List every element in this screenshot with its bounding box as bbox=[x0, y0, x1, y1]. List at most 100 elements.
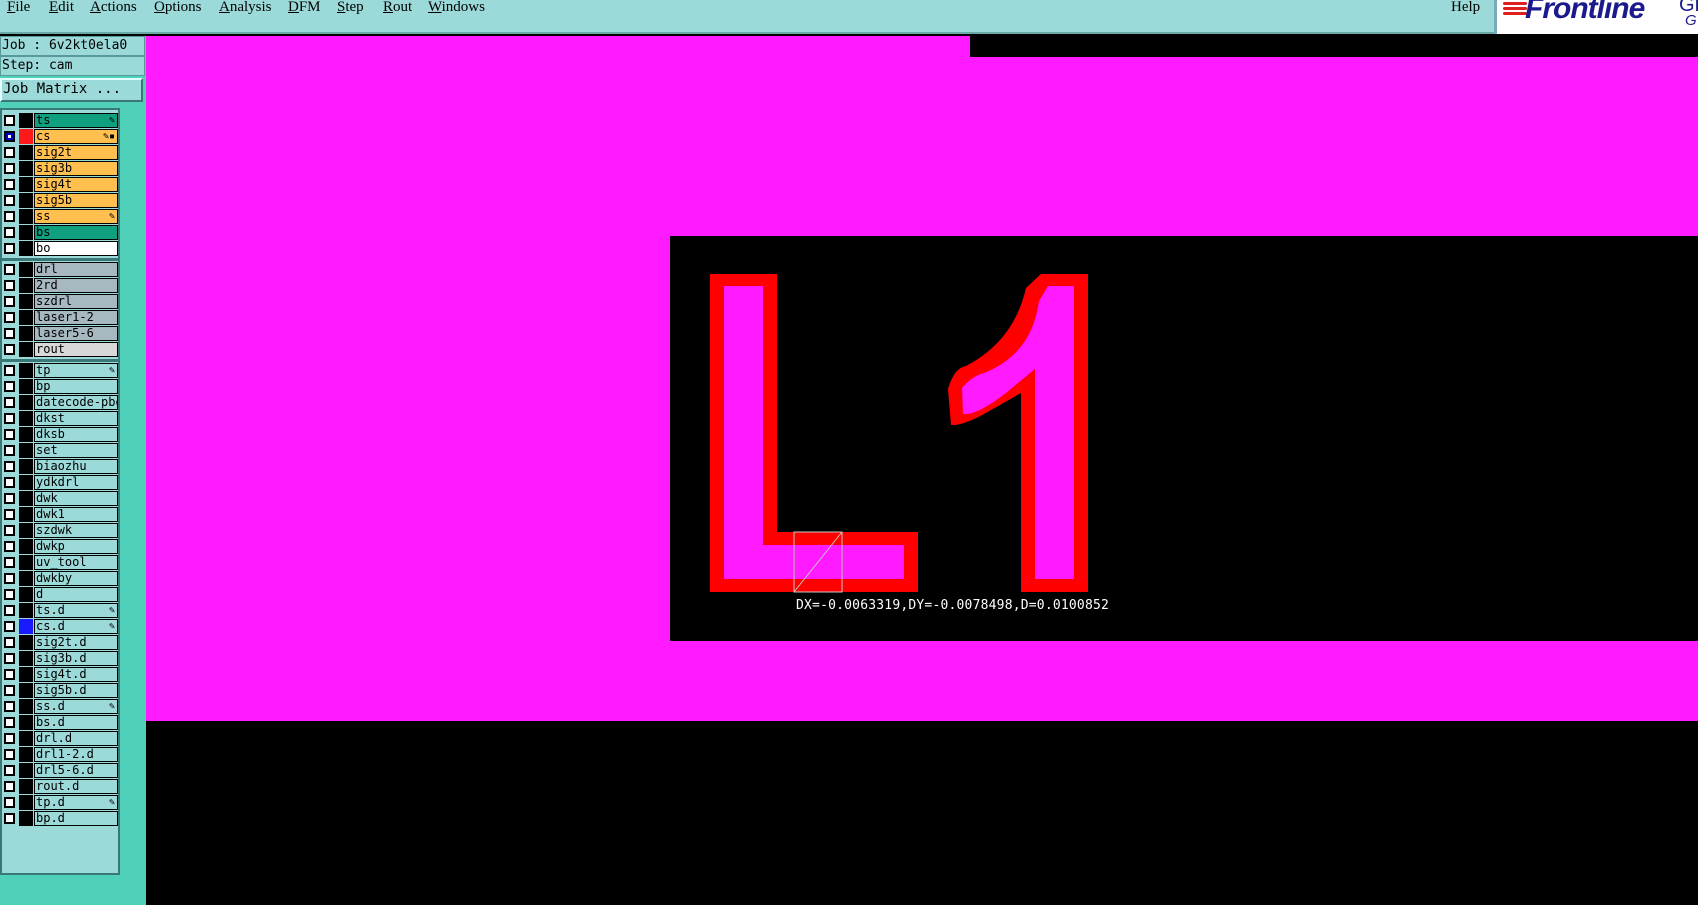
layer-row-bs.d[interactable]: bs.d bbox=[2, 715, 120, 730]
layer-color-swatch[interactable] bbox=[19, 699, 33, 714]
layer-row-sig5b.d[interactable]: sig5b.d bbox=[2, 683, 120, 698]
layer-row-dksb[interactable]: dksb bbox=[2, 427, 120, 442]
graphics-area[interactable]: DX=-0.0063319,DY=-0.0078498,D=0.0100852 bbox=[146, 36, 1698, 905]
layer-name[interactable]: szdwk bbox=[34, 523, 118, 538]
layer-row-szdwk[interactable]: szdwk bbox=[2, 523, 120, 538]
layer-name[interactable]: bp bbox=[34, 379, 118, 394]
layer-name[interactable]: dksb bbox=[34, 427, 118, 442]
layer-checkbox[interactable] bbox=[4, 211, 15, 222]
layer-color-swatch[interactable] bbox=[19, 571, 33, 586]
layer-row-cs.d[interactable]: cs.d ✎ bbox=[2, 619, 120, 634]
layer-name[interactable]: dkst bbox=[34, 411, 118, 426]
layer-checkbox[interactable] bbox=[4, 264, 15, 275]
layer-row-bo[interactable]: bo bbox=[2, 241, 120, 256]
layer-name[interactable]: sig5b.d bbox=[34, 683, 118, 698]
layer-checkbox[interactable] bbox=[4, 461, 15, 472]
layer-color-swatch[interactable] bbox=[19, 715, 33, 730]
layer-color-swatch[interactable] bbox=[19, 113, 33, 128]
layer-color-swatch[interactable] bbox=[19, 363, 33, 378]
layer-row-2rd[interactable]: 2rd bbox=[2, 278, 120, 293]
layer-name[interactable]: sig2t bbox=[34, 145, 118, 160]
layer-row-laser1-2[interactable]: laser1-2 bbox=[2, 310, 120, 325]
layer-name[interactable]: drl bbox=[34, 262, 118, 277]
menu-help[interactable]: Help bbox=[1451, 0, 1480, 18]
layer-row-sig3b.d[interactable]: sig3b.d bbox=[2, 651, 120, 666]
layer-row-ss.d[interactable]: ss.d ✎ bbox=[2, 699, 120, 714]
layer-checkbox[interactable] bbox=[4, 397, 15, 408]
layer-name[interactable]: cs.d ✎ bbox=[34, 619, 118, 634]
layer-row-ydkdrl[interactable]: ydkdrl bbox=[2, 475, 120, 490]
menu-actions[interactable]: Actions bbox=[90, 0, 137, 18]
layer-row-dkst[interactable]: dkst bbox=[2, 411, 120, 426]
layer-name[interactable]: ss.d ✎ bbox=[34, 699, 118, 714]
layer-checkbox[interactable] bbox=[4, 163, 15, 174]
layer-color-swatch[interactable] bbox=[19, 294, 33, 309]
layer-checkbox[interactable] bbox=[4, 429, 15, 440]
layer-color-swatch[interactable] bbox=[19, 193, 33, 208]
layer-name[interactable]: drl1-2.d bbox=[34, 747, 118, 762]
layer-checkbox[interactable] bbox=[4, 541, 15, 552]
layer-checkbox[interactable] bbox=[4, 477, 15, 488]
layer-color-swatch[interactable] bbox=[19, 651, 33, 666]
layer-checkbox[interactable] bbox=[4, 328, 15, 339]
layer-color-swatch[interactable] bbox=[19, 779, 33, 794]
layer-checkbox[interactable] bbox=[4, 637, 15, 648]
layer-name[interactable]: drl.d bbox=[34, 731, 118, 746]
layer-color-swatch[interactable] bbox=[19, 811, 33, 826]
layer-color-swatch[interactable] bbox=[19, 475, 33, 490]
layer-checkbox[interactable] bbox=[4, 749, 15, 760]
layer-color-swatch[interactable] bbox=[19, 507, 33, 522]
layer-name[interactable]: d bbox=[34, 587, 118, 602]
layer-checkbox[interactable] bbox=[4, 227, 15, 238]
layer-color-swatch[interactable] bbox=[19, 683, 33, 698]
layer-row-drl[interactable]: drl bbox=[2, 262, 120, 277]
layer-row-drl.d[interactable]: drl.d bbox=[2, 731, 120, 746]
layer-checkbox[interactable] bbox=[4, 605, 15, 616]
layer-row-bp.d[interactable]: bp.d bbox=[2, 811, 120, 826]
layer-row-rout[interactable]: rout bbox=[2, 342, 120, 357]
layer-row-set[interactable]: set bbox=[2, 443, 120, 458]
layer-name[interactable]: ss ✎ bbox=[34, 209, 118, 224]
layer-row-bp[interactable]: bp bbox=[2, 379, 120, 394]
layer-checkbox[interactable] bbox=[4, 685, 15, 696]
layer-checkbox[interactable] bbox=[4, 509, 15, 520]
layer-name[interactable]: sig3b bbox=[34, 161, 118, 176]
layer-color-swatch[interactable] bbox=[19, 177, 33, 192]
layer-checkbox[interactable] bbox=[4, 312, 15, 323]
layer-row-sig3b[interactable]: sig3b bbox=[2, 161, 120, 176]
layer-checkbox[interactable] bbox=[4, 147, 15, 158]
layer-color-swatch[interactable] bbox=[19, 491, 33, 506]
layer-color-swatch[interactable] bbox=[19, 667, 33, 682]
layer-checkbox[interactable] bbox=[4, 344, 15, 355]
layer-name[interactable]: set bbox=[34, 443, 118, 458]
layer-name[interactable]: bo bbox=[34, 241, 118, 256]
layer-color-swatch[interactable] bbox=[19, 326, 33, 341]
layer-color-swatch[interactable] bbox=[19, 310, 33, 325]
layer-name[interactable]: bs bbox=[34, 225, 118, 240]
layer-color-swatch[interactable] bbox=[19, 795, 33, 810]
layer-name[interactable]: rout bbox=[34, 342, 118, 357]
layer-name[interactable]: ydkdrl bbox=[34, 475, 118, 490]
layer-name[interactable]: sig5b bbox=[34, 193, 118, 208]
layer-row-cs[interactable]: cs ✎▪ bbox=[2, 129, 120, 144]
layer-name[interactable]: ts ✎ bbox=[34, 113, 118, 128]
layer-color-swatch[interactable] bbox=[19, 619, 33, 634]
layer-row-dwkp[interactable]: dwkp bbox=[2, 539, 120, 554]
layer-checkbox[interactable] bbox=[4, 195, 15, 206]
layer-checkbox[interactable] bbox=[4, 717, 15, 728]
layer-checkbox[interactable] bbox=[4, 243, 15, 254]
layer-name[interactable]: dwkp bbox=[34, 539, 118, 554]
layer-row-sig4t[interactable]: sig4t bbox=[2, 177, 120, 192]
layer-name[interactable]: dwk bbox=[34, 491, 118, 506]
layer-name[interactable]: sig4t.d bbox=[34, 667, 118, 682]
layer-row-sig4t.d[interactable]: sig4t.d bbox=[2, 667, 120, 682]
layer-row-rout.d[interactable]: rout.d bbox=[2, 779, 120, 794]
layer-name[interactable]: bs.d bbox=[34, 715, 118, 730]
layer-row-szdrl[interactable]: szdrl bbox=[2, 294, 120, 309]
layer-name[interactable]: bp.d bbox=[34, 811, 118, 826]
layer-color-swatch[interactable] bbox=[19, 225, 33, 240]
layer-color-swatch[interactable] bbox=[19, 459, 33, 474]
layer-checkbox[interactable] bbox=[4, 525, 15, 536]
layer-color-swatch[interactable] bbox=[19, 145, 33, 160]
layer-row-sig5b[interactable]: sig5b bbox=[2, 193, 120, 208]
